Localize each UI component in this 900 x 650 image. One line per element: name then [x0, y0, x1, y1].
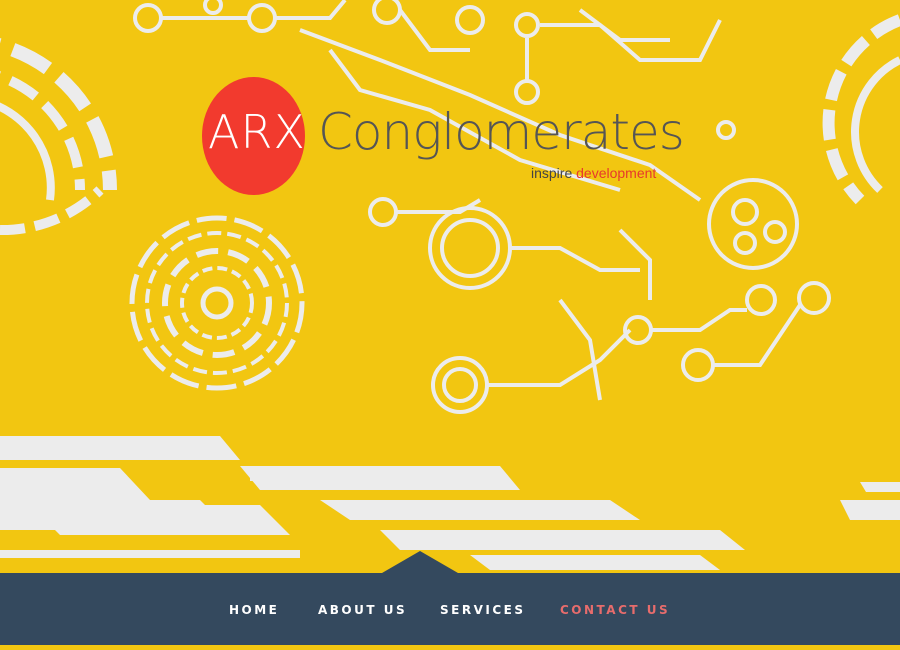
nav-item-home[interactable]: HOME [229, 603, 279, 617]
bottom-strip [0, 645, 900, 650]
hero-banner: ARX Conglomerates inspire development [0, 0, 900, 573]
company-logo[interactable]: ARX Conglomerates inspire development [202, 77, 685, 197]
nav-item-contact-us[interactable]: CONTACT US [560, 603, 670, 617]
main-navigation: HOME ABOUT US SERVICES CONTACT US [0, 573, 900, 650]
nav-list: HOME ABOUT US SERVICES CONTACT US [0, 573, 900, 650]
tagline-prefix: inspire [531, 165, 573, 181]
logo-company-name: Conglomerates [318, 103, 685, 161]
logo-mark-text: ARX [208, 105, 306, 159]
nav-item-about-us[interactable]: ABOUT US [318, 603, 407, 617]
tagline-accent: development [576, 165, 657, 181]
nav-notch [382, 551, 458, 573]
nav-item-services[interactable]: SERVICES [440, 603, 525, 617]
logo-tagline: inspire development [531, 165, 656, 181]
